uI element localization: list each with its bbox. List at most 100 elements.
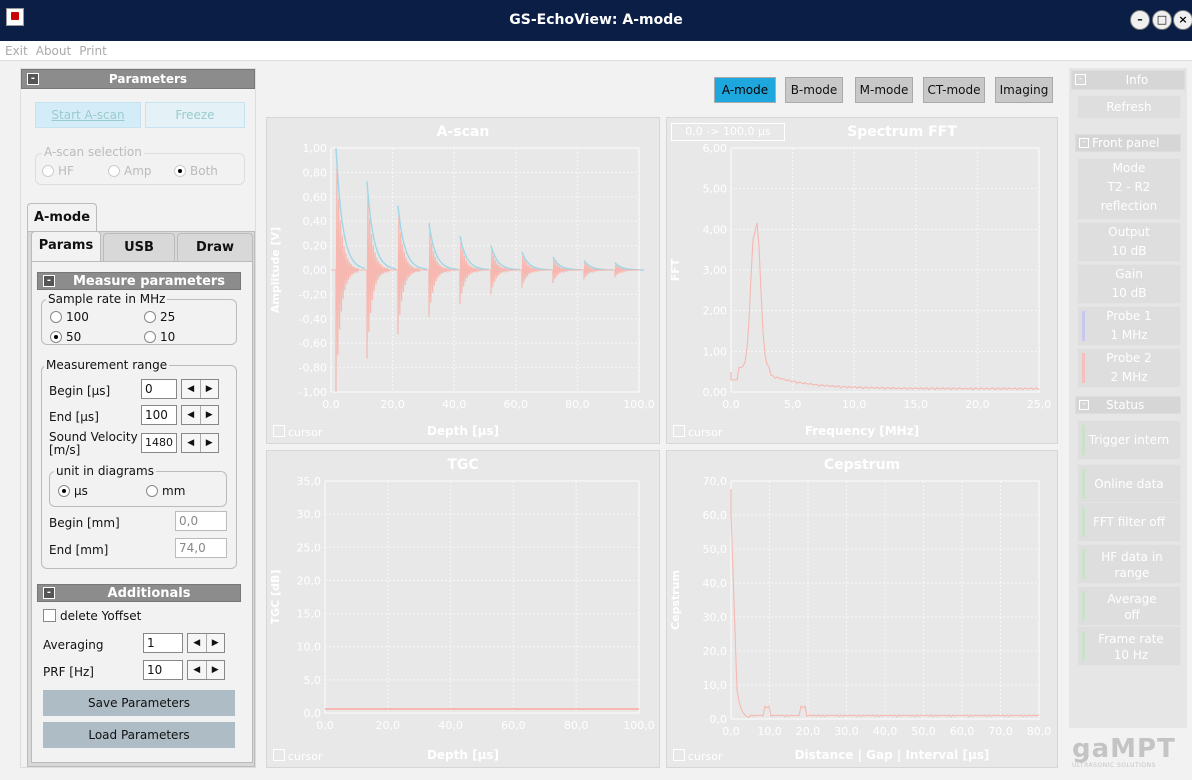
collapse-icon[interactable]: - bbox=[43, 275, 55, 287]
ascan-selection-group: A-scan selection HF Amp Both bbox=[35, 145, 245, 185]
plot-frame bbox=[730, 480, 1040, 720]
radio-rate-25[interactable]: 25 bbox=[144, 310, 175, 324]
cepstrum-cursor-checkbox[interactable]: cursor bbox=[673, 749, 723, 763]
prf-input[interactable]: 10 bbox=[143, 660, 183, 680]
status-title: Status bbox=[1106, 398, 1145, 412]
sound-velocity-input[interactable]: 1480 bbox=[141, 433, 177, 453]
radio-unit-mm[interactable]: mm bbox=[146, 484, 185, 498]
radio-amp[interactable]: Amp bbox=[108, 164, 152, 178]
end-us-stepper[interactable]: ◀ ▶ bbox=[181, 405, 219, 425]
begin-mm-field: 0,0 bbox=[175, 511, 227, 531]
mode-button-mmode[interactable]: M-mode bbox=[855, 77, 913, 103]
save-parameters-button[interactable]: Save Parameters bbox=[43, 690, 235, 716]
tab-usb[interactable]: USB bbox=[103, 233, 175, 263]
menu-print[interactable]: Print bbox=[74, 41, 110, 58]
collapse-icon[interactable]: - bbox=[1075, 74, 1086, 85]
end-us-input[interactable]: 100 bbox=[141, 405, 177, 425]
y-tick-label: 25,0 bbox=[297, 541, 322, 554]
parameters-header: - Parameters bbox=[21, 69, 255, 89]
x-tick-label: 60,0 bbox=[950, 725, 975, 738]
delete-yoffset-checkbox[interactable]: delete Yoffset bbox=[43, 609, 141, 623]
x-tick-label: 40,0 bbox=[442, 398, 467, 411]
tgc-title: TGC bbox=[447, 457, 479, 473]
y-tick-label: 15,0 bbox=[297, 608, 322, 621]
fft-range-box: 0,0 -> 100,0 µs bbox=[671, 123, 785, 141]
sample-rate-group: Sample rate in MHz 100 25 50 10 bbox=[41, 292, 237, 345]
maximize-button[interactable]: □ bbox=[1152, 10, 1172, 30]
averaging-stepper[interactable]: ◀ ▶ bbox=[187, 633, 225, 653]
refresh-button[interactable]: Refresh bbox=[1077, 95, 1181, 119]
y-tick-label: -0,40 bbox=[299, 313, 327, 326]
additionals-header: - Additionals bbox=[37, 584, 241, 602]
mode-button-bmode[interactable]: B-mode bbox=[785, 77, 843, 103]
x-tick-label: 70,0 bbox=[988, 725, 1013, 738]
fft-title: Spectrum FFT bbox=[847, 124, 957, 140]
probe1-color-bar bbox=[1082, 311, 1085, 341]
freeze-button[interactable]: Freeze bbox=[145, 102, 245, 128]
x-tick-label: 100,0 bbox=[623, 398, 655, 411]
sound-velocity-stepper[interactable]: ◀ ▶ bbox=[181, 433, 219, 453]
menu-exit[interactable]: Exit bbox=[0, 41, 31, 58]
tgc-cursor-checkbox[interactable]: cursor bbox=[273, 749, 323, 763]
cepstrum-xlabel: Distance | Gap | Interval [µs] bbox=[794, 748, 990, 762]
tab-params[interactable]: Params bbox=[31, 231, 101, 261]
y-tick-label: 6,00 bbox=[703, 142, 728, 155]
prf-stepper[interactable]: ◀ ▶ bbox=[187, 660, 225, 680]
mode-button-imaging[interactable]: Imaging bbox=[995, 77, 1053, 103]
y-tick-label: 35,0 bbox=[297, 475, 322, 488]
begin-us-input[interactable]: 0 bbox=[141, 379, 177, 399]
start-ascan-button[interactable]: Start A-scan bbox=[35, 102, 141, 128]
x-tick-label: 5,0 bbox=[784, 398, 802, 411]
collapse-icon[interactable]: - bbox=[43, 587, 55, 599]
y-tick-label: -0,80 bbox=[299, 362, 327, 375]
y-tick-label: 20,0 bbox=[703, 645, 728, 658]
begin-us-stepper[interactable]: ◀ ▶ bbox=[181, 379, 219, 399]
averaging-input[interactable]: 1 bbox=[143, 633, 183, 653]
x-tick-label: 80,0 bbox=[565, 398, 590, 411]
end-us-label: End [µs] bbox=[49, 410, 99, 424]
x-tick-label: 50,0 bbox=[911, 725, 936, 738]
y-tick-label: -0,20 bbox=[299, 288, 327, 301]
y-tick-label: 60,0 bbox=[703, 509, 728, 522]
ascan-title: A-scan bbox=[436, 124, 490, 140]
status-header: - Status bbox=[1075, 396, 1181, 414]
x-tick-label: 80,0 bbox=[564, 719, 589, 732]
y-axis-label: FFT bbox=[669, 258, 682, 281]
status-frame-rate: Frame rate 10 Hz bbox=[1077, 626, 1181, 666]
prf-label: PRF [Hz] bbox=[43, 665, 94, 679]
radio-rate-10[interactable]: 10 bbox=[144, 330, 175, 344]
x-tick-label: 10,0 bbox=[842, 398, 867, 411]
load-parameters-button[interactable]: Load Parameters bbox=[43, 722, 235, 748]
radio-rate-50[interactable]: 50 bbox=[50, 330, 81, 344]
begin-us-label: Begin [µs] bbox=[49, 384, 111, 398]
fft-cursor-checkbox[interactable]: cursor bbox=[673, 425, 723, 439]
close-button[interactable]: × bbox=[1173, 10, 1192, 30]
mode-button-amode[interactable]: A-mode bbox=[714, 77, 776, 103]
window-title: GS-EchoView: A-mode bbox=[509, 12, 683, 28]
x-tick-label: 15,0 bbox=[904, 398, 929, 411]
y-tick-label: 10,0 bbox=[703, 679, 728, 692]
gampt-logo: gaMPT ULTRASONIC SOLUTIONS bbox=[1072, 734, 1176, 769]
x-tick-label: 60,0 bbox=[504, 398, 529, 411]
collapse-icon[interactable]: - bbox=[27, 73, 39, 85]
radio-both[interactable]: Both bbox=[174, 164, 218, 178]
minimize-button[interactable]: – bbox=[1130, 10, 1150, 30]
collapse-icon[interactable]: - bbox=[1079, 138, 1089, 148]
tab-draw[interactable]: Draw bbox=[177, 233, 253, 263]
radio-hf[interactable]: HF bbox=[42, 164, 74, 178]
y-tick-label: 0,60 bbox=[303, 191, 328, 204]
ascan-cursor-checkbox[interactable]: cursor bbox=[273, 425, 323, 439]
menu-bar: Exit About Print bbox=[0, 41, 1192, 61]
left-panel: - Parameters Start A-scan Freeze A-scan … bbox=[20, 68, 256, 768]
x-tick-label: 40,0 bbox=[438, 719, 463, 732]
mode-display: Mode T2 - R2 reflection bbox=[1077, 158, 1181, 220]
menu-about[interactable]: About bbox=[31, 41, 74, 58]
radio-rate-100[interactable]: 100 bbox=[50, 310, 89, 324]
collapse-icon[interactable]: - bbox=[1079, 400, 1089, 410]
mode-button-ctmode[interactable]: CT-mode bbox=[923, 77, 985, 103]
tab-amode[interactable]: A-mode bbox=[27, 203, 97, 233]
y-tick-label: 20,0 bbox=[297, 574, 322, 587]
ascan-selection-label: A-scan selection bbox=[42, 145, 144, 159]
radio-unit-us[interactable]: µs bbox=[58, 484, 88, 498]
y-tick-label: 1,00 bbox=[703, 345, 728, 358]
